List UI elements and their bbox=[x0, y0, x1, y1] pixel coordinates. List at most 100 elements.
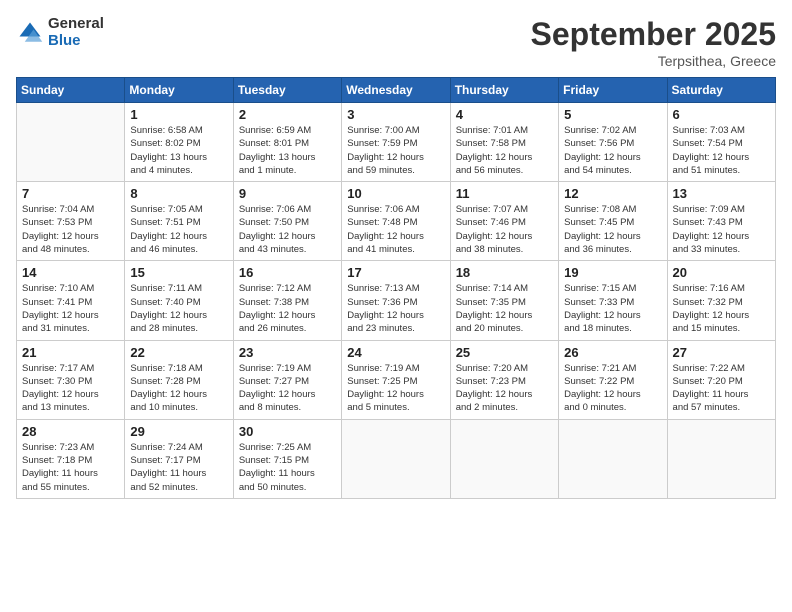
day-number: 29 bbox=[130, 424, 227, 439]
day-info: Sunrise: 7:06 AM Sunset: 7:50 PM Dayligh… bbox=[239, 203, 336, 256]
day-info: Sunrise: 7:05 AM Sunset: 7:51 PM Dayligh… bbox=[130, 203, 227, 256]
weekday-header: Friday bbox=[559, 78, 667, 103]
title-area: September 2025 Terpsithea, Greece bbox=[531, 16, 776, 69]
day-number: 23 bbox=[239, 345, 336, 360]
day-number: 28 bbox=[22, 424, 119, 439]
calendar-cell: 8 Sunrise: 7:05 AM Sunset: 7:51 PM Daylig… bbox=[125, 182, 233, 261]
weekday-header: Saturday bbox=[667, 78, 775, 103]
day-number: 16 bbox=[239, 265, 336, 280]
calendar-cell: 23Sunrise: 7:19 AM Sunset: 7:27 PM Dayli… bbox=[233, 340, 341, 419]
calendar-cell: 2 Sunrise: 6:59 AM Sunset: 8:01 PM Daylig… bbox=[233, 103, 341, 182]
calendar-week-row: 14 Sunrise: 7:10 AM Sunset: 7:41 PM Dayli… bbox=[17, 261, 776, 340]
month-title: September 2025 bbox=[531, 16, 776, 53]
calendar-cell: 17Sunrise: 7:13 AM Sunset: 7:36 PM Dayli… bbox=[342, 261, 450, 340]
location: Terpsithea, Greece bbox=[531, 53, 776, 69]
calendar-week-row: 7 Sunrise: 7:04 AM Sunset: 7:53 PM Daylig… bbox=[17, 182, 776, 261]
calendar-cell bbox=[667, 419, 775, 498]
day-info: Sunrise: 7:02 AM Sunset: 7:56 PM Dayligh… bbox=[564, 124, 661, 177]
calendar-cell: 26Sunrise: 7:21 AM Sunset: 7:22 PM Dayli… bbox=[559, 340, 667, 419]
day-number: 13 bbox=[673, 186, 770, 201]
day-number: 20 bbox=[673, 265, 770, 280]
calendar-cell: 4Sunrise: 7:01 AM Sunset: 7:58 PM Daylig… bbox=[450, 103, 558, 182]
day-info: Sunrise: 7:15 AM Sunset: 7:33 PM Dayligh… bbox=[564, 282, 661, 335]
calendar-table: SundayMondayTuesdayWednesdayThursdayFrid… bbox=[16, 77, 776, 499]
calendar-cell: 24 Sunrise: 7:19 AM Sunset: 7:25 PM Dayli… bbox=[342, 340, 450, 419]
day-info: Sunrise: 7:19 AM Sunset: 7:25 PM Dayligh… bbox=[347, 362, 444, 415]
day-info: Sunrise: 7:24 AM Sunset: 7:17 PM Dayligh… bbox=[130, 441, 227, 494]
calendar-cell: 18 Sunrise: 7:14 AM Sunset: 7:35 PM Dayli… bbox=[450, 261, 558, 340]
calendar-cell: 11 Sunrise: 7:07 AM Sunset: 7:46 PM Dayli… bbox=[450, 182, 558, 261]
calendar-cell: 22 Sunrise: 7:18 AM Sunset: 7:28 PM Dayli… bbox=[125, 340, 233, 419]
calendar-cell: 12 Sunrise: 7:08 AM Sunset: 7:45 PM Dayli… bbox=[559, 182, 667, 261]
page-header: General Blue September 2025 Terpsithea, … bbox=[16, 16, 776, 69]
day-number: 19 bbox=[564, 265, 661, 280]
day-info: Sunrise: 7:01 AM Sunset: 7:58 PM Dayligh… bbox=[456, 124, 553, 177]
logo-icon bbox=[16, 19, 44, 47]
day-number: 9 bbox=[239, 186, 336, 201]
calendar-cell: 27 Sunrise: 7:22 AM Sunset: 7:20 PM Dayli… bbox=[667, 340, 775, 419]
calendar-cell: 25Sunrise: 7:20 AM Sunset: 7:23 PM Dayli… bbox=[450, 340, 558, 419]
day-number: 12 bbox=[564, 186, 661, 201]
day-info: Sunrise: 7:07 AM Sunset: 7:46 PM Dayligh… bbox=[456, 203, 553, 256]
calendar-cell: 9 Sunrise: 7:06 AM Sunset: 7:50 PM Daylig… bbox=[233, 182, 341, 261]
day-number: 8 bbox=[130, 186, 227, 201]
calendar-cell: 6 Sunrise: 7:03 AM Sunset: 7:54 PM Daylig… bbox=[667, 103, 775, 182]
calendar-cell bbox=[17, 103, 125, 182]
logo-blue: Blue bbox=[48, 33, 104, 50]
day-number: 14 bbox=[22, 265, 119, 280]
day-info: Sunrise: 7:22 AM Sunset: 7:20 PM Dayligh… bbox=[673, 362, 770, 415]
day-number: 22 bbox=[130, 345, 227, 360]
calendar-week-row: 1Sunrise: 6:58 AM Sunset: 8:02 PM Daylig… bbox=[17, 103, 776, 182]
day-info: Sunrise: 7:03 AM Sunset: 7:54 PM Dayligh… bbox=[673, 124, 770, 177]
day-number: 21 bbox=[22, 345, 119, 360]
day-info: Sunrise: 7:09 AM Sunset: 7:43 PM Dayligh… bbox=[673, 203, 770, 256]
calendar-cell bbox=[450, 419, 558, 498]
day-number: 3 bbox=[347, 107, 444, 122]
calendar-cell: 21 Sunrise: 7:17 AM Sunset: 7:30 PM Dayli… bbox=[17, 340, 125, 419]
logo-general: General bbox=[48, 16, 104, 33]
day-info: Sunrise: 7:18 AM Sunset: 7:28 PM Dayligh… bbox=[130, 362, 227, 415]
day-info: Sunrise: 6:59 AM Sunset: 8:01 PM Dayligh… bbox=[239, 124, 336, 177]
calendar-cell: 13 Sunrise: 7:09 AM Sunset: 7:43 PM Dayli… bbox=[667, 182, 775, 261]
day-number: 17 bbox=[347, 265, 444, 280]
calendar-cell: 5Sunrise: 7:02 AM Sunset: 7:56 PM Daylig… bbox=[559, 103, 667, 182]
calendar-cell: 28 Sunrise: 7:23 AM Sunset: 7:18 PM Dayli… bbox=[17, 419, 125, 498]
day-info: Sunrise: 7:23 AM Sunset: 7:18 PM Dayligh… bbox=[22, 441, 119, 494]
weekday-header: Sunday bbox=[17, 78, 125, 103]
day-info: Sunrise: 7:04 AM Sunset: 7:53 PM Dayligh… bbox=[22, 203, 119, 256]
day-number: 27 bbox=[673, 345, 770, 360]
day-info: Sunrise: 7:12 AM Sunset: 7:38 PM Dayligh… bbox=[239, 282, 336, 335]
day-info: Sunrise: 7:10 AM Sunset: 7:41 PM Dayligh… bbox=[22, 282, 119, 335]
day-number: 18 bbox=[456, 265, 553, 280]
calendar-cell: 7 Sunrise: 7:04 AM Sunset: 7:53 PM Daylig… bbox=[17, 182, 125, 261]
day-info: Sunrise: 7:25 AM Sunset: 7:15 PM Dayligh… bbox=[239, 441, 336, 494]
day-number: 2 bbox=[239, 107, 336, 122]
calendar-header-row: SundayMondayTuesdayWednesdayThursdayFrid… bbox=[17, 78, 776, 103]
day-number: 30 bbox=[239, 424, 336, 439]
calendar-cell: 16 Sunrise: 7:12 AM Sunset: 7:38 PM Dayli… bbox=[233, 261, 341, 340]
day-info: Sunrise: 7:08 AM Sunset: 7:45 PM Dayligh… bbox=[564, 203, 661, 256]
day-info: Sunrise: 7:14 AM Sunset: 7:35 PM Dayligh… bbox=[456, 282, 553, 335]
day-info: Sunrise: 7:06 AM Sunset: 7:48 PM Dayligh… bbox=[347, 203, 444, 256]
calendar-cell: 15Sunrise: 7:11 AM Sunset: 7:40 PM Dayli… bbox=[125, 261, 233, 340]
calendar-week-row: 28 Sunrise: 7:23 AM Sunset: 7:18 PM Dayli… bbox=[17, 419, 776, 498]
day-number: 11 bbox=[456, 186, 553, 201]
day-number: 6 bbox=[673, 107, 770, 122]
calendar-cell: 19 Sunrise: 7:15 AM Sunset: 7:33 PM Dayli… bbox=[559, 261, 667, 340]
weekday-header: Wednesday bbox=[342, 78, 450, 103]
weekday-header: Monday bbox=[125, 78, 233, 103]
weekday-header: Thursday bbox=[450, 78, 558, 103]
calendar-cell: 20Sunrise: 7:16 AM Sunset: 7:32 PM Dayli… bbox=[667, 261, 775, 340]
calendar-cell bbox=[342, 419, 450, 498]
calendar-cell: 1Sunrise: 6:58 AM Sunset: 8:02 PM Daylig… bbox=[125, 103, 233, 182]
calendar-cell: 3 Sunrise: 7:00 AM Sunset: 7:59 PM Daylig… bbox=[342, 103, 450, 182]
weekday-header: Tuesday bbox=[233, 78, 341, 103]
day-info: Sunrise: 7:00 AM Sunset: 7:59 PM Dayligh… bbox=[347, 124, 444, 177]
day-number: 10 bbox=[347, 186, 444, 201]
day-info: Sunrise: 7:21 AM Sunset: 7:22 PM Dayligh… bbox=[564, 362, 661, 415]
calendar-cell: 14 Sunrise: 7:10 AM Sunset: 7:41 PM Dayli… bbox=[17, 261, 125, 340]
logo-text: General Blue bbox=[48, 16, 104, 49]
day-info: Sunrise: 7:17 AM Sunset: 7:30 PM Dayligh… bbox=[22, 362, 119, 415]
day-number: 24 bbox=[347, 345, 444, 360]
day-number: 7 bbox=[22, 186, 119, 201]
